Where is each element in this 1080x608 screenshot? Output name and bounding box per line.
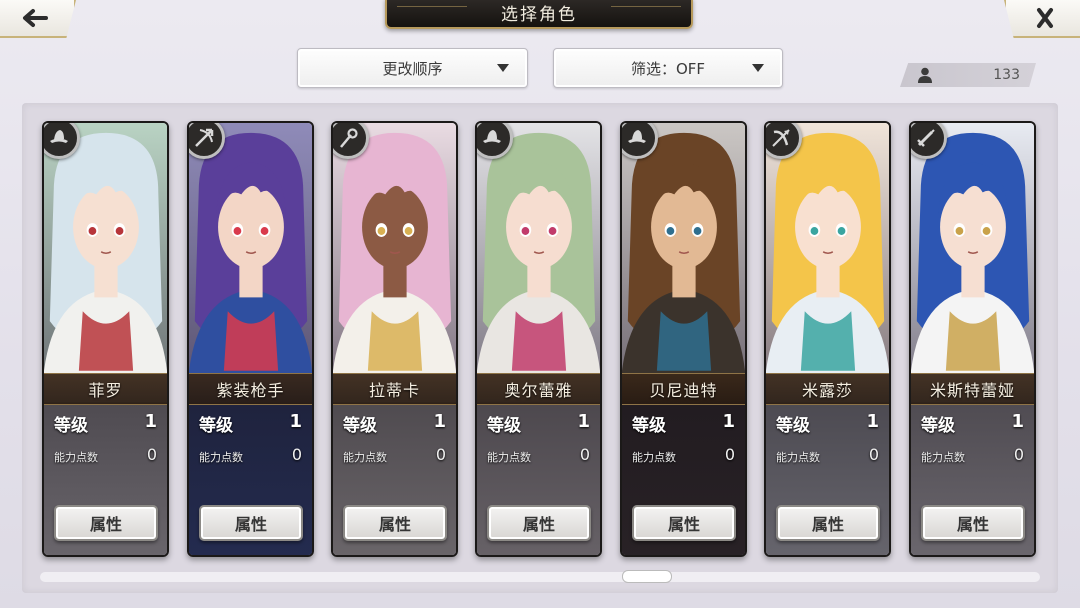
ability-points-label: 能力点数 xyxy=(487,451,531,464)
level-label: 等级 xyxy=(776,416,810,436)
scrollbar-track[interactable] xyxy=(40,572,1040,582)
level-label: 等级 xyxy=(54,416,88,436)
dropdown-arrow-icon xyxy=(497,64,509,72)
character-card[interactable]: 米斯特蕾娅 等级 1 能力点数 0 属性 xyxy=(909,121,1036,557)
sort-order-label: 更改顺序 xyxy=(382,59,443,78)
character-card[interactable]: 贝尼迪特 等级 1 能力点数 0 属性 xyxy=(620,121,747,557)
back-button[interactable] xyxy=(0,0,76,38)
sort-order-dropdown[interactable]: 更改顺序 xyxy=(297,48,528,88)
ability-points-label: 能力点数 xyxy=(632,451,676,464)
ability-points-label: 能力点数 xyxy=(54,451,98,464)
character-name: 菲罗 xyxy=(44,373,167,405)
ability-points-value: 0 xyxy=(579,445,590,464)
ability-points-value: 0 xyxy=(435,445,446,464)
level-label: 等级 xyxy=(632,416,666,436)
level-value: 1 xyxy=(577,411,590,432)
level-label: 等级 xyxy=(487,416,521,436)
character-name: 米露莎 xyxy=(766,373,889,405)
attributes-button[interactable]: 属性 xyxy=(776,505,880,541)
dropdown-arrow-icon xyxy=(752,64,764,72)
character-card[interactable]: 紫装枪手 等级 1 能力点数 0 属性 xyxy=(187,121,314,557)
filter-dropdown[interactable]: 筛选：OFF xyxy=(553,48,783,88)
ability-points-label: 能力点数 xyxy=(776,451,820,464)
ability-points-value: 0 xyxy=(1013,445,1024,464)
character-name: 拉蒂卡 xyxy=(333,373,456,405)
level-value: 1 xyxy=(289,411,302,432)
attributes-button[interactable]: 属性 xyxy=(199,505,303,541)
filter-label: 筛选：OFF xyxy=(630,59,706,78)
level-label: 等级 xyxy=(199,416,233,436)
hat-icon xyxy=(50,130,68,143)
character-name: 贝尼迪特 xyxy=(622,373,745,405)
hat-icon xyxy=(483,130,501,143)
ability-points-value: 0 xyxy=(868,445,879,464)
level-label: 等级 xyxy=(921,416,955,436)
character-name: 米斯特蕾娅 xyxy=(911,373,1034,405)
ability-points-label: 能力点数 xyxy=(921,451,965,464)
ability-points-value: 0 xyxy=(724,445,735,464)
crossbow-icon xyxy=(195,128,214,147)
level-value: 1 xyxy=(144,411,157,432)
attributes-button[interactable]: 属性 xyxy=(343,505,447,541)
character-count-box: 133 xyxy=(900,63,1036,87)
hat-icon xyxy=(628,130,646,143)
level-value: 1 xyxy=(1011,411,1024,432)
character-card[interactable]: 拉蒂卡 等级 1 能力点数 0 属性 xyxy=(331,121,458,557)
ability-points-value: 0 xyxy=(146,445,157,464)
character-card[interactable]: 奥尔蕾雅 等级 1 能力点数 0 属性 xyxy=(475,121,602,557)
ability-points-label: 能力点数 xyxy=(199,451,243,464)
character-card[interactable]: 米露莎 等级 1 能力点数 0 属性 xyxy=(764,121,891,557)
level-value: 1 xyxy=(433,411,446,432)
close-button[interactable] xyxy=(1004,0,1080,38)
attributes-button[interactable]: 属性 xyxy=(921,505,1025,541)
back-arrow-icon xyxy=(23,9,48,27)
level-label: 等级 xyxy=(343,416,377,436)
level-value: 1 xyxy=(722,411,735,432)
character-name: 奥尔蕾雅 xyxy=(477,373,600,405)
attributes-button[interactable]: 属性 xyxy=(632,505,736,541)
level-value: 1 xyxy=(866,411,879,432)
staff-icon xyxy=(340,128,358,148)
ability-points-value: 0 xyxy=(291,445,302,464)
title-plate: 选择角色 xyxy=(385,0,693,29)
sword-icon xyxy=(917,129,935,147)
user-icon xyxy=(918,67,932,83)
close-icon xyxy=(1037,8,1053,28)
character-name: 紫装枪手 xyxy=(189,373,312,405)
attributes-button[interactable]: 属性 xyxy=(487,505,591,541)
attributes-button[interactable]: 属性 xyxy=(54,505,158,541)
character-card[interactable]: 菲罗 等级 1 能力点数 0 属性 xyxy=(42,121,169,557)
scrollbar-thumb[interactable] xyxy=(622,570,672,583)
page-title: 选择角色 xyxy=(501,5,577,25)
character-count: 133 xyxy=(993,67,1020,83)
bow-icon xyxy=(772,129,790,147)
ability-points-label: 能力点数 xyxy=(343,451,387,464)
